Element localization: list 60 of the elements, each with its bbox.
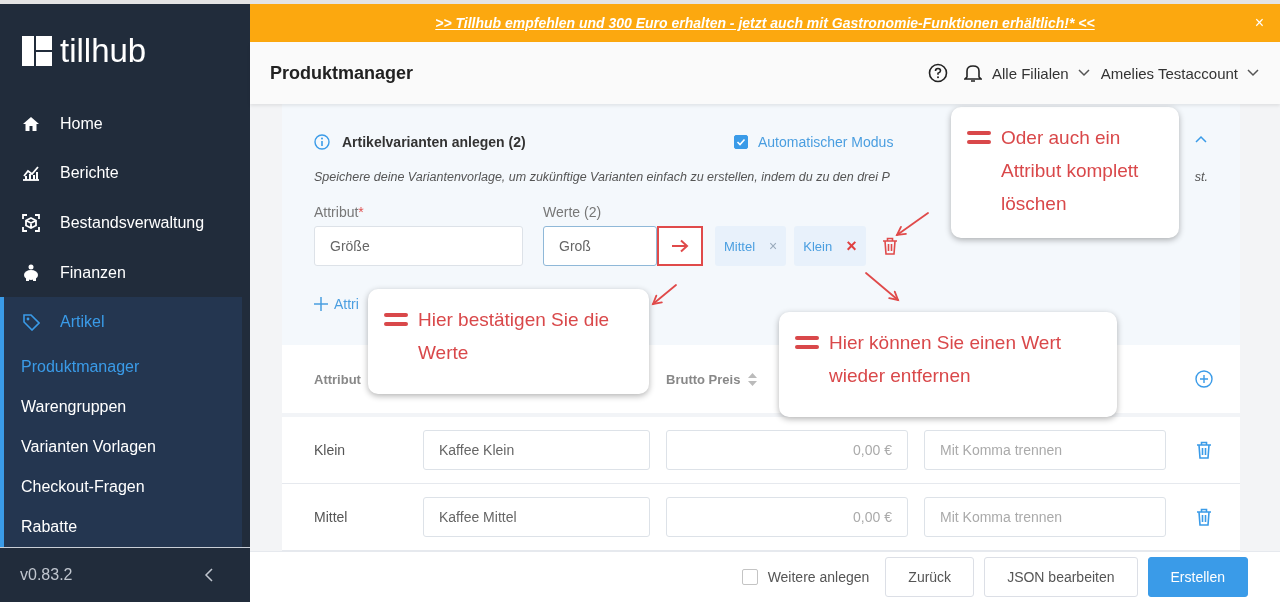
table-cell-text: Klein	[314, 441, 347, 458]
nav-subitem[interactable]: Warengruppen	[4, 387, 242, 428]
footer-button[interactable]: JSON bearbeiten	[984, 557, 1138, 597]
name-field[interactable]: Kaffee Mittel	[423, 496, 650, 537]
nav-item[interactable]: Bestandsverwaltung	[0, 198, 250, 248]
nav-icon	[22, 164, 40, 183]
branch-dropdown[interactable]: Alle Filialen	[992, 64, 1091, 82]
nav-subitem[interactable]: Rabatte	[4, 507, 242, 548]
section-title: Artikelvarianten anlegen (2)	[342, 134, 527, 150]
nav-subitem[interactable]: Checkout-Fragen	[4, 467, 242, 508]
chevron-left-icon[interactable]	[202, 567, 216, 584]
nav-subitem[interactable]: Varianten Vorlagen	[4, 427, 242, 468]
more-label: Weitere anlegen	[767, 569, 870, 585]
callout-text: Hier können Sie einen Wert wieder entfernen	[829, 331, 1062, 388]
logo-icon	[22, 35, 52, 66]
name-field[interactable]: Kaffee Klein	[423, 429, 650, 470]
nav-item[interactable]: Finanzen	[0, 247, 250, 298]
callout-text: Oder auch ein Attribut komplett löschen	[1001, 126, 1140, 216]
help-icon[interactable]	[928, 63, 948, 83]
more-checkbox[interactable]	[741, 569, 758, 585]
equals-icon	[967, 131, 991, 145]
description-text: st.	[1194, 170, 1208, 184]
account-dropdown[interactable]: Amelies Testaccount	[1100, 64, 1260, 82]
nav-item[interactable]: Artikel	[4, 297, 242, 348]
checkmark-icon	[736, 137, 746, 147]
nav-item[interactable]: Home	[0, 99, 250, 149]
remove-tag-icon[interactable]: ×	[846, 235, 857, 257]
nav-item[interactable]: Berichte	[0, 148, 250, 199]
tag-label: Klein	[803, 238, 833, 254]
footer-button[interactable]: Zurück	[885, 557, 975, 597]
values-field[interactable]: Groß	[543, 226, 657, 266]
nav-icon	[22, 313, 40, 332]
table-cell-text: Mittel	[314, 508, 349, 525]
arrow-right-icon	[671, 239, 689, 253]
field-label: Attribut*	[314, 204, 365, 220]
bell-icon[interactable]	[964, 63, 982, 83]
column-header[interactable]: Attribut	[314, 371, 361, 387]
auto-mode-checkbox[interactable]	[734, 135, 748, 149]
tag-label: Mittel	[724, 238, 756, 254]
equals-icon	[384, 313, 408, 327]
info-icon	[314, 134, 330, 150]
delete-attribute-icon[interactable]	[881, 237, 898, 255]
nav-icon	[22, 263, 40, 282]
nav-icon	[22, 214, 40, 232]
confirm-button[interactable]	[657, 226, 703, 266]
plus-icon	[314, 297, 328, 311]
page-title: Produktmanager	[270, 62, 415, 84]
trash-icon[interactable]	[1196, 507, 1212, 526]
equals-icon	[795, 336, 819, 350]
logo-text: tillhub	[60, 34, 147, 67]
attribute-field[interactable]: Größe	[314, 226, 523, 266]
field-label: Werte (2)	[543, 204, 603, 220]
auto-mode-label: Automatischer Modus	[758, 134, 894, 150]
description-text: Speichere deine Variantenvorlage, um zukünftige Varianten einfach zu erstellen, indem du zu den drei P	[314, 170, 890, 184]
column-header[interactable]: Brutto Preis	[666, 371, 758, 387]
version-text: v0.83.2	[20, 566, 73, 585]
nav-subitem[interactable]: Produktmanager	[4, 347, 242, 388]
nav-icon	[22, 114, 40, 133]
add-circle-icon[interactable]	[1195, 370, 1213, 388]
trash-icon[interactable]	[1196, 440, 1212, 459]
